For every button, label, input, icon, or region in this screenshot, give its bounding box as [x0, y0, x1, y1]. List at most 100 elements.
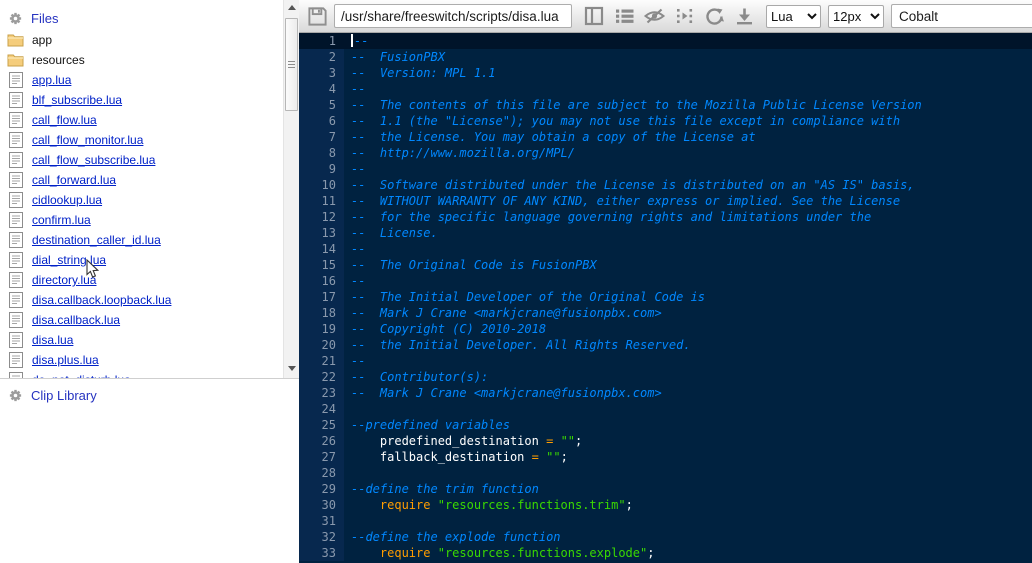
file-name[interactable]: app.lua	[32, 73, 71, 87]
list-button[interactable]	[611, 3, 637, 29]
code-line[interactable]: 15 -- The Original Code is FusionPBX	[299, 257, 1032, 273]
code-line[interactable]: 32 --define the explode function	[299, 529, 1032, 545]
file-row[interactable]: app.lua	[0, 70, 283, 90]
download-button[interactable]	[731, 3, 757, 29]
split-view-button[interactable]	[581, 3, 607, 29]
code-line[interactable]: 2 -- FusionPBX	[299, 49, 1032, 65]
file-name[interactable]: call_forward.lua	[32, 173, 116, 187]
file-row[interactable]: call_flow_subscribe.lua	[0, 150, 283, 170]
file-name[interactable]: cidlookup.lua	[32, 193, 102, 207]
code-line[interactable]: 22 -- Contributor(s):	[299, 369, 1032, 385]
file-row[interactable]: directory.lua	[0, 270, 283, 290]
clip-library-label: Clip Library	[31, 387, 97, 403]
file-path-input[interactable]	[334, 4, 572, 28]
code-line[interactable]: 14 --	[299, 241, 1032, 257]
line-number: 12	[299, 209, 344, 225]
code-line[interactable]: 7 -- the License. You may obtain a copy o…	[299, 129, 1032, 145]
code-line[interactable]: 24	[299, 401, 1032, 417]
code-line[interactable]: 31	[299, 513, 1032, 529]
code-line[interactable]: 11 -- WITHOUT WARRANTY OF ANY KIND, eithe…	[299, 193, 1032, 209]
clip-library-section[interactable]: Clip Library	[7, 387, 97, 403]
file-row[interactable]: confirm.lua	[0, 210, 283, 230]
file-row[interactable]: dial_string.lua	[0, 250, 283, 270]
code-line[interactable]: 25 --predefined variables	[299, 417, 1032, 433]
code-line[interactable]: 13 -- License.	[299, 225, 1032, 241]
file-name[interactable]: blf_subscribe.lua	[32, 93, 122, 107]
code-line[interactable]: 6 -- 1.1 (the "License"); you may not use…	[299, 113, 1032, 129]
line-number: 24	[299, 401, 344, 417]
file-row[interactable]: disa.callback.lua	[0, 310, 283, 330]
line-number: 26	[299, 433, 344, 449]
scroll-up-button[interactable]	[284, 0, 299, 15]
file-row[interactable]: blf_subscribe.lua	[0, 90, 283, 110]
code-line[interactable]: 30 require "resources.functions.trim";	[299, 497, 1032, 513]
line-number: 19	[299, 321, 344, 337]
file-name[interactable]: call_flow_monitor.lua	[32, 133, 143, 147]
code-line[interactable]: 26 predefined_destination = "";	[299, 433, 1032, 449]
editor-panel: Lua 12px 1--2-- FusionPBX3-- Version: MP…	[299, 0, 1032, 563]
code-editor[interactable]: 1 -- 2 -- FusionPBX 3 -- Version: MPL 1.1 4 -- 5…	[299, 33, 1032, 563]
code-line[interactable]: 5 -- The contents of this file are subjec…	[299, 97, 1032, 113]
file-row[interactable]: disa.lua	[0, 330, 283, 350]
code-line[interactable]: 19 -- Copyright (C) 2010-2018	[299, 321, 1032, 337]
file-row[interactable]: call_flow_monitor.lua	[0, 130, 283, 150]
code-line[interactable]: 21 --	[299, 353, 1032, 369]
code-line[interactable]: 10 -- Software distributed under the Lice…	[299, 177, 1032, 193]
code-line[interactable]: 8 -- http://www.mozilla.org/MPL/	[299, 145, 1032, 161]
line-number: 21	[299, 353, 344, 369]
line-number: 10	[299, 177, 344, 193]
reload-button[interactable]	[701, 3, 727, 29]
document-icon	[7, 92, 24, 108]
file-row[interactable]: call_forward.lua	[0, 170, 283, 190]
code-line[interactable]: 17 -- The Initial Developer of the Origin…	[299, 289, 1032, 305]
code-line[interactable]: 1 --	[299, 33, 1032, 49]
file-row[interactable]: do_not_disturb.lua	[0, 370, 283, 378]
code-line[interactable]: 28	[299, 465, 1032, 481]
code-line[interactable]: 4 --	[299, 81, 1032, 97]
code-line[interactable]: 9 --	[299, 161, 1032, 177]
file-name[interactable]: directory.lua	[32, 273, 96, 287]
files-section-header[interactable]: Files	[0, 0, 283, 30]
code-line[interactable]: 33 require "resources.functions.explode"…	[299, 545, 1032, 561]
line-content: -- Version: MPL 1.1	[351, 66, 496, 80]
file-row[interactable]: disa.callback.loopback.lua	[0, 290, 283, 310]
file-name[interactable]: disa.callback.lua	[32, 313, 120, 327]
file-name[interactable]: confirm.lua	[32, 213, 91, 227]
file-row[interactable]: destination_caller_id.lua	[0, 230, 283, 250]
code-line[interactable]: 16 --	[299, 273, 1032, 289]
save-button[interactable]	[304, 3, 330, 29]
file-row[interactable]: cidlookup.lua	[0, 190, 283, 210]
folder-row[interactable]: app	[0, 30, 283, 50]
indent-guides-button[interactable]	[671, 3, 697, 29]
folder-row[interactable]: resources	[0, 50, 283, 70]
file-name[interactable]: disa.callback.loopback.lua	[32, 293, 171, 307]
font-size-select[interactable]: 12px	[828, 4, 884, 28]
code-line[interactable]: 12 -- for the specific language governing…	[299, 209, 1032, 225]
code-line[interactable]: 27 fallback_destination = "";	[299, 449, 1032, 465]
code-line[interactable]: 20 -- the Initial Developer. All Rights R…	[299, 337, 1032, 353]
line-number: 4	[299, 81, 344, 97]
code-line[interactable]: 23 -- Mark J Crane <markjcrane@fusionpbx.…	[299, 385, 1032, 401]
document-icon	[7, 212, 24, 228]
code-line[interactable]: 3 -- Version: MPL 1.1	[299, 65, 1032, 81]
file-name[interactable]: call_flow_subscribe.lua	[32, 153, 155, 167]
scroll-down-button[interactable]	[284, 361, 299, 376]
file-name[interactable]: call_flow.lua	[32, 113, 97, 127]
language-select[interactable]: Lua	[766, 4, 821, 28]
folder-name: app	[32, 33, 53, 47]
hide-invisibles-button[interactable]	[641, 3, 667, 29]
file-name[interactable]: disa.plus.lua	[32, 353, 99, 367]
scrollbar-thumb[interactable]	[285, 18, 298, 111]
document-icon	[7, 292, 24, 308]
theme-input[interactable]	[891, 4, 1032, 28]
file-row[interactable]: disa.plus.lua	[0, 350, 283, 370]
file-name[interactable]: dial_string.lua	[32, 253, 106, 267]
line-content	[344, 465, 351, 481]
code-line[interactable]: 18 -- Mark J Crane <markjcrane@fusionpbx.…	[299, 305, 1032, 321]
file-row[interactable]: call_flow.lua	[0, 110, 283, 130]
file-name[interactable]: destination_caller_id.lua	[32, 233, 161, 247]
eye-slash-icon	[643, 8, 665, 24]
code-line[interactable]: 29 --define the trim function	[299, 481, 1032, 497]
file-name[interactable]: disa.lua	[32, 333, 73, 347]
file-tree-scrollbar[interactable]	[283, 0, 299, 378]
